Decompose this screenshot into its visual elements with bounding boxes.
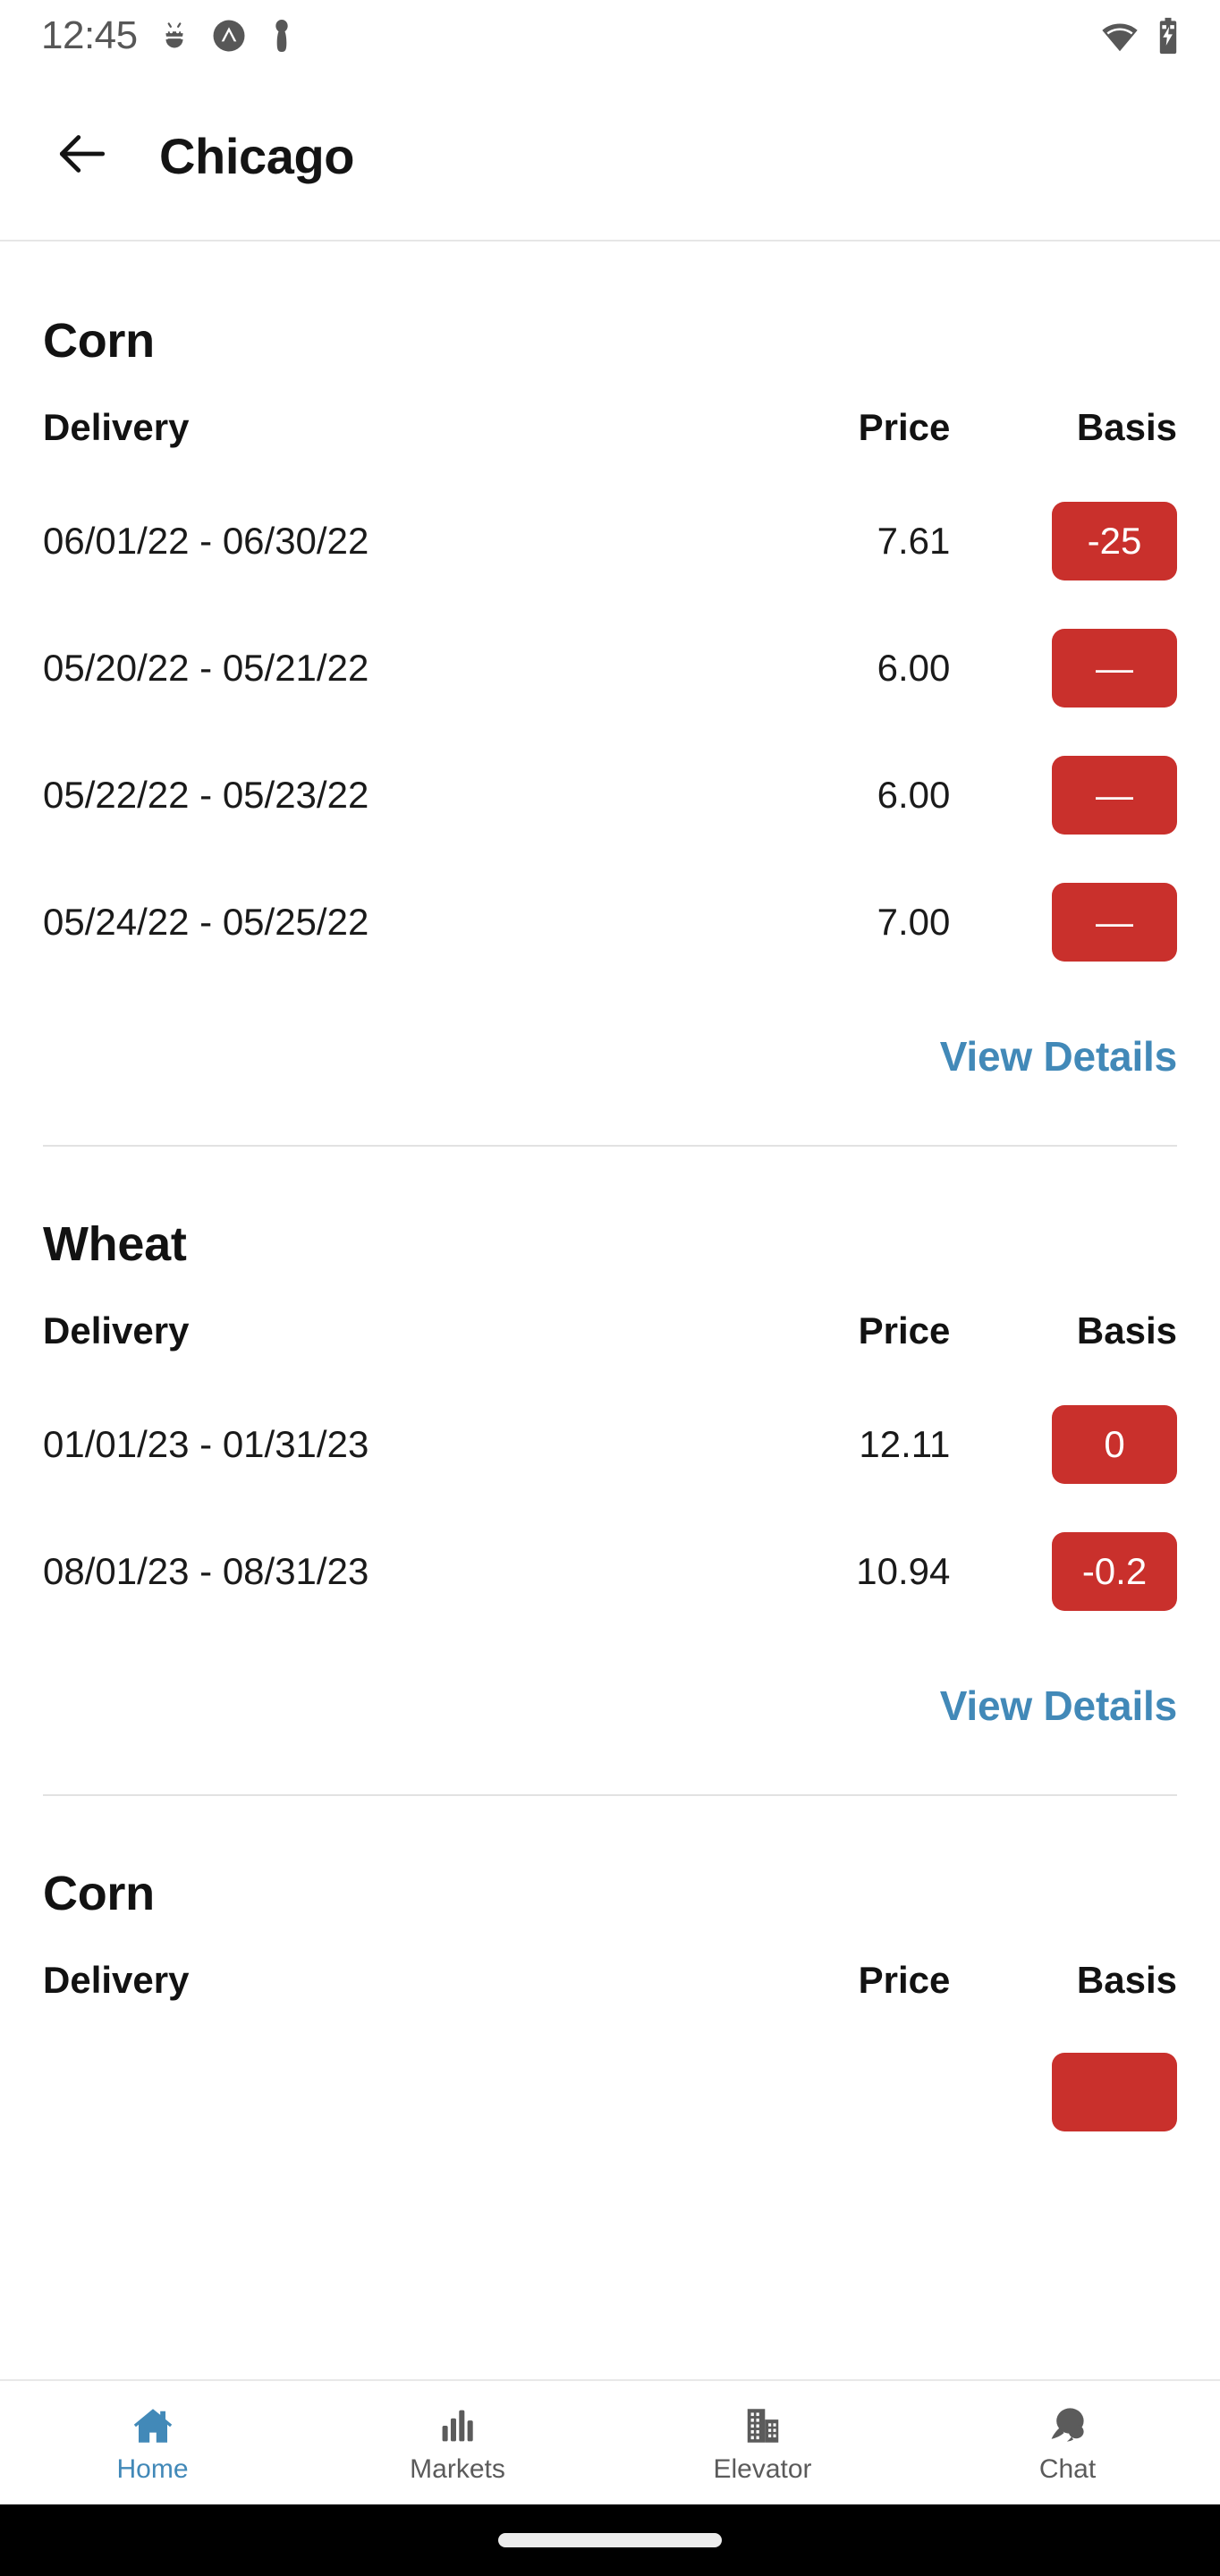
status-bar-left: 12:45 [41,16,297,55]
basis-badge[interactable]: 0 [1052,1405,1177,1484]
commodity-section-corn-1: Corn Delivery Price Basis 06/01/22 - 06/… [0,243,1220,1145]
price-value: 7.00 [877,901,951,943]
nav-label-home: Home [116,2454,189,2484]
price-value: 7.61 [877,520,951,562]
basis-cell: — [950,605,1177,732]
basis-cell: — [950,732,1177,859]
table-header-row: Delivery Price Basis [43,377,1177,478]
commodity-name: Wheat [43,1217,187,1271]
delivery-value: 05/24/22 - 05/25/22 [43,901,369,943]
table-row[interactable]: 06/01/22 - 06/30/22 7.61 -25 [43,478,1177,605]
basis-cell [950,2030,1177,2157]
table-row[interactable] [43,2030,1177,2157]
quote-table: Delivery Price Basis 01/01/23 - 01/31/23… [43,1281,1177,1635]
nav-item-chat[interactable]: Chat [915,2381,1220,2504]
nav-item-elevator[interactable]: Elevator [610,2381,915,2504]
system-gesture-bar [0,2504,1220,2576]
table-header-row: Delivery Price Basis [43,1930,1177,2030]
back-arrow-icon [52,123,113,189]
battery-charging-icon [1156,17,1181,55]
basis-badge[interactable]: — [1052,883,1177,962]
table-row[interactable]: 08/01/23 - 08/31/23 10.94 -0.2 [43,1508,1177,1635]
basis-cell: -25 [950,478,1177,605]
commodity-section-wheat: Wheat Delivery Price Basis 01/01/23 - 01… [0,1147,1220,1794]
column-header-delivery: Delivery [43,1959,190,2001]
gesture-handle[interactable] [498,2533,722,2547]
buildings-icon [742,2402,784,2449]
nav-item-home[interactable]: Home [0,2381,305,2504]
view-details-row: View Details [43,986,1177,1145]
basis-badge[interactable] [1052,2052,1177,2131]
nav-label-chat: Chat [1038,2454,1097,2484]
circle-chevron-up-icon [211,18,247,54]
price-value [678,2030,950,2157]
bottom-navigation: Home Markets Elevator Chat [0,2379,1220,2504]
nav-item-markets[interactable]: Markets [305,2381,610,2504]
quotes-scroll-area[interactable]: Corn Delivery Price Basis 06/01/22 - 06/… [0,243,1220,2379]
basis-badge[interactable]: -0.2 [1052,1532,1177,1611]
status-time: 12:45 [41,13,138,57]
basis-cell: -0.2 [950,1508,1177,1635]
status-bar-right [1100,17,1181,55]
basis-cell: 0 [950,1381,1177,1508]
commodity-section-corn-2: Corn Delivery Price Basis [0,1796,1220,2157]
table-row[interactable]: 05/20/22 - 05/21/22 6.00 — [43,605,1177,732]
column-header-price: Price [858,1959,951,2001]
quote-table: Delivery Price Basis 06/01/22 - 06/30/22… [43,377,1177,986]
nav-label-elevator: Elevator [713,2454,812,2484]
price-value: 6.00 [877,647,951,689]
table-row[interactable]: 01/01/23 - 01/31/23 12.11 0 [43,1381,1177,1508]
app-bar: Chicago [0,72,1220,242]
delivery-value [43,2030,678,2157]
price-value: 6.00 [877,774,951,816]
back-button[interactable] [39,113,125,199]
column-header-price: Price [858,1309,951,1352]
view-details-link[interactable]: View Details [940,1032,1177,1080]
column-header-basis: Basis [1076,1959,1177,2001]
android-debug-icon [157,19,191,53]
wifi-icon [1100,18,1140,54]
price-value: 10.94 [856,1550,951,1592]
delivery-value: 08/01/23 - 08/31/23 [43,1550,369,1592]
bar-chart-icon [438,2402,478,2449]
status-bar: 12:45 [0,0,1220,72]
basis-badge[interactable]: — [1052,756,1177,835]
home-icon [131,2402,175,2449]
location-pin-icon [267,18,297,54]
column-header-delivery: Delivery [43,1309,190,1352]
commodity-name: Corn [43,1867,155,1920]
app-screen: 12:45 Chicago Corn Delivery Price Basis … [0,0,1220,2576]
view-details-row: View Details [43,1635,1177,1794]
delivery-value: 05/20/22 - 05/21/22 [43,647,369,689]
view-details-link[interactable]: View Details [940,1682,1177,1730]
basis-badge[interactable]: — [1052,629,1177,708]
table-row[interactable]: 05/22/22 - 05/23/22 6.00 — [43,732,1177,859]
column-header-delivery: Delivery [43,406,190,448]
nav-label-markets: Markets [410,2454,505,2484]
column-header-basis: Basis [1076,406,1177,448]
price-value: 12.11 [859,1423,951,1465]
basis-badge[interactable]: -25 [1052,502,1177,580]
basis-cell: — [950,859,1177,986]
delivery-value: 05/22/22 - 05/23/22 [43,774,369,816]
chat-bubble-icon [1046,2402,1090,2449]
column-header-basis: Basis [1076,1309,1177,1352]
table-header-row: Delivery Price Basis [43,1281,1177,1381]
delivery-value: 01/01/23 - 01/31/23 [43,1423,369,1465]
quote-table: Delivery Price Basis [43,1930,1177,2157]
table-row[interactable]: 05/24/22 - 05/25/22 7.00 — [43,859,1177,986]
commodity-name: Corn [43,314,155,368]
delivery-value: 06/01/22 - 06/30/22 [43,520,369,562]
page-title: Chicago [159,127,355,184]
column-header-price: Price [858,406,951,448]
